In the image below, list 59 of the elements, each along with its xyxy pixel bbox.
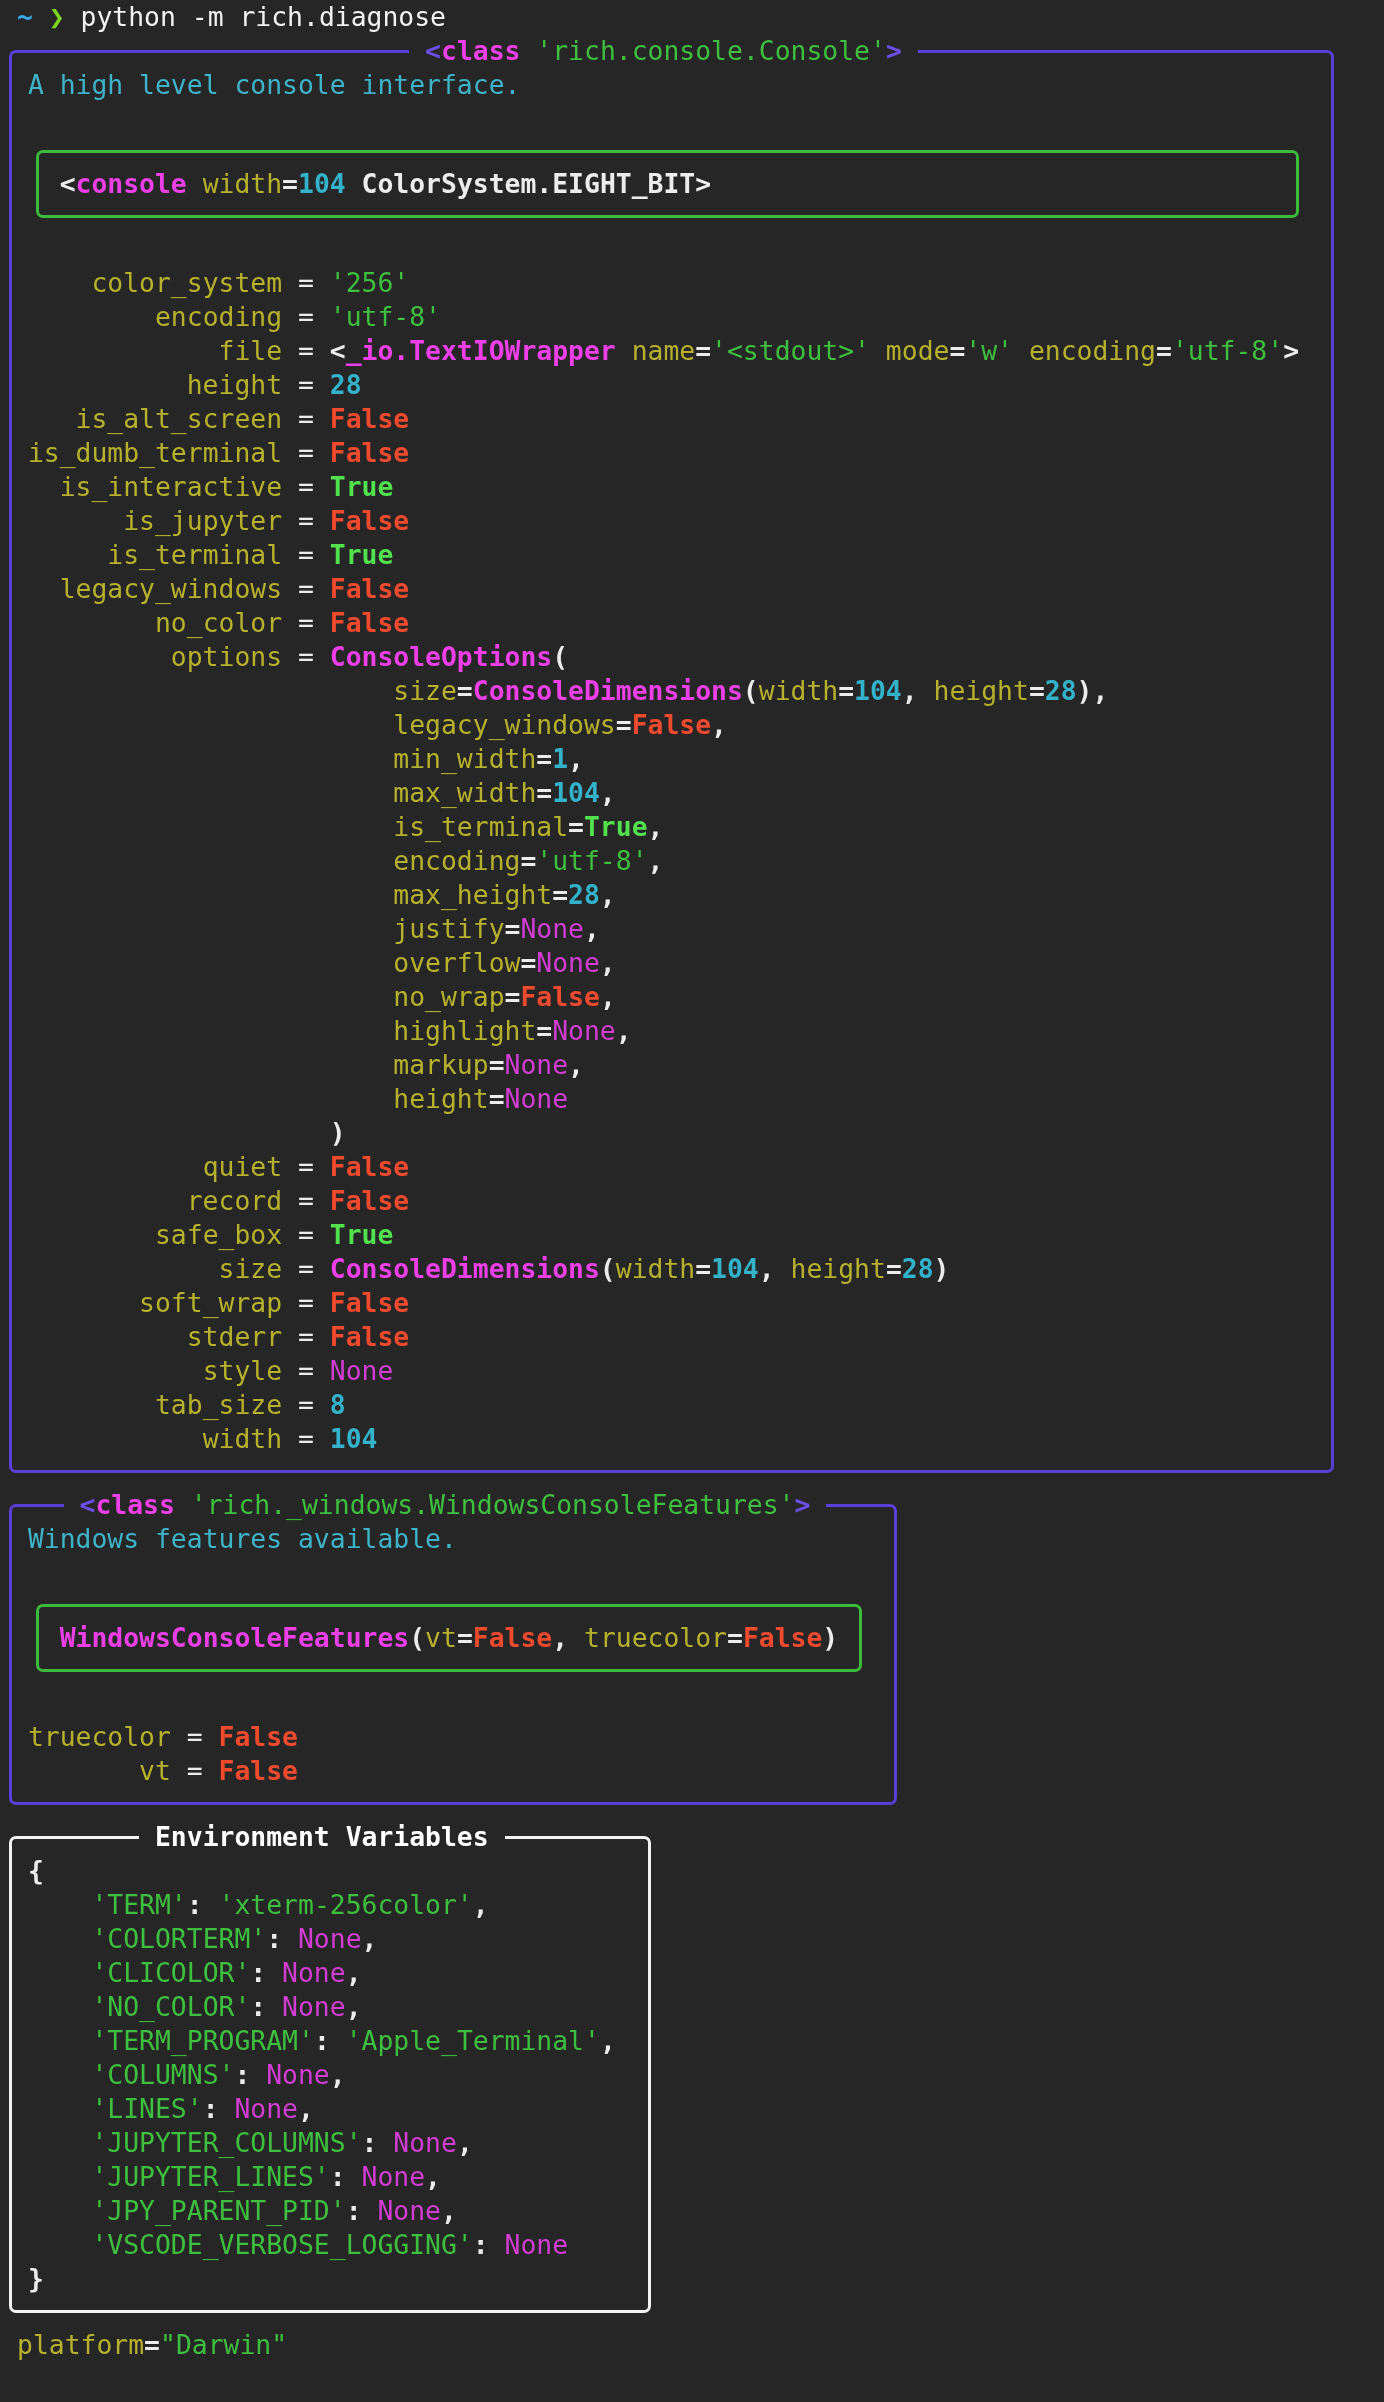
command-line: ~ ❯ python -m rich.diagnose — [17, 0, 447, 34]
attribute-line: file = <_io.TextIOWrapper name='<stdout>' mode='w' encoding='utf-8'> — [217, 334, 1299, 368]
code-line: highlight=None, — [392, 1014, 633, 1048]
attribute-line: height = 28 — [185, 368, 363, 402]
attribute-line: is_dumb_terminal = False — [27, 436, 411, 470]
panel-title: <class 'rich.console.Console'> — [424, 34, 903, 68]
attribute-line: is_alt_screen = False — [74, 402, 411, 436]
code-line: 'LINES': None, — [90, 2092, 315, 2126]
code-line: markup=None, — [392, 1048, 585, 1082]
code-line: platform="Darwin" — [17, 2328, 289, 2362]
attribute-line: quiet = False — [201, 1150, 411, 1184]
code-line: is_terminal=True, — [392, 810, 665, 844]
code-line: min_width=1, — [392, 742, 585, 776]
code-line: 'JUPYTER_LINES': None, — [90, 2160, 442, 2194]
attribute-line: truecolor = False — [27, 1720, 299, 1754]
code-line: 'CLICOLOR': None, — [90, 1956, 363, 1990]
code-line: encoding='utf-8', — [392, 844, 665, 878]
panel-description: Windows features available. — [27, 1522, 458, 1556]
attribute-line: no_color = False — [153, 606, 411, 640]
attribute-line: vt = False — [138, 1754, 299, 1788]
code-line: justify=None, — [392, 912, 601, 946]
code-line: 'COLUMNS': None, — [90, 2058, 347, 2092]
code-line: 'JUPYTER_COLUMNS': None, — [90, 2126, 474, 2160]
code-line: } — [27, 2262, 45, 2296]
panel-title: <class 'rich._windows.WindowsConsoleFeatures'> — [78, 1488, 812, 1522]
code-line: ) — [328, 1116, 347, 1150]
code-line: height=None — [392, 1082, 570, 1116]
code-line: 'TERM_PROGRAM': 'Apple_Terminal', — [90, 2024, 616, 2058]
attribute-line: width = 104 — [201, 1422, 379, 1456]
code-line: 'NO_COLOR': None, — [90, 1990, 363, 2024]
attribute-line: record = False — [185, 1184, 411, 1218]
attribute-line: style = None — [201, 1354, 395, 1388]
attribute-line: is_jupyter = False — [122, 504, 411, 538]
code-line: 'VSCODE_VERBOSE_LOGGING': None — [90, 2228, 570, 2262]
attribute-line: legacy_windows = False — [58, 572, 411, 606]
code-line: size=ConsoleDimensions(width=104, height=28), — [392, 674, 1110, 708]
attribute-line: options = ConsoleOptions( — [169, 640, 570, 674]
attribute-line: size = ConsoleDimensions(width=104, height=28) — [217, 1252, 951, 1286]
code-line: overflow=None, — [392, 946, 617, 980]
attribute-line: encoding = 'utf-8' — [153, 300, 442, 334]
code-line: { — [27, 1854, 45, 1888]
attribute-line: color_system = '256' — [90, 266, 411, 300]
code-line: 'JPY_PARENT_PID': None, — [90, 2194, 458, 2228]
panel-description: A high level console interface. — [27, 68, 522, 102]
attribute-line: tab_size = 8 — [153, 1388, 347, 1422]
code-line: no_wrap=False, — [392, 980, 617, 1014]
repr-box: WindowsConsoleFeatures(vt=False, truecolor=False) — [35, 1604, 863, 1672]
panel-title: Environment Variables — [154, 1820, 490, 1854]
repr-box: <console width=104 ColorSystem.EIGHT_BIT> — [35, 150, 1299, 218]
code-line: 'COLORTERM': None, — [90, 1922, 379, 1956]
attribute-line: safe_box = True — [153, 1218, 395, 1252]
code-line: legacy_windows=False, — [392, 708, 728, 742]
attribute-line: stderr = False — [185, 1320, 411, 1354]
code-line: 'TERM': 'xterm-256color', — [90, 1888, 490, 1922]
attribute-line: soft_wrap = False — [138, 1286, 411, 1320]
code-line: max_width=104, — [392, 776, 617, 810]
code-line: max_height=28, — [392, 878, 617, 912]
attribute-line: is_terminal = True — [106, 538, 395, 572]
attribute-line: is_interactive = True — [58, 470, 395, 504]
